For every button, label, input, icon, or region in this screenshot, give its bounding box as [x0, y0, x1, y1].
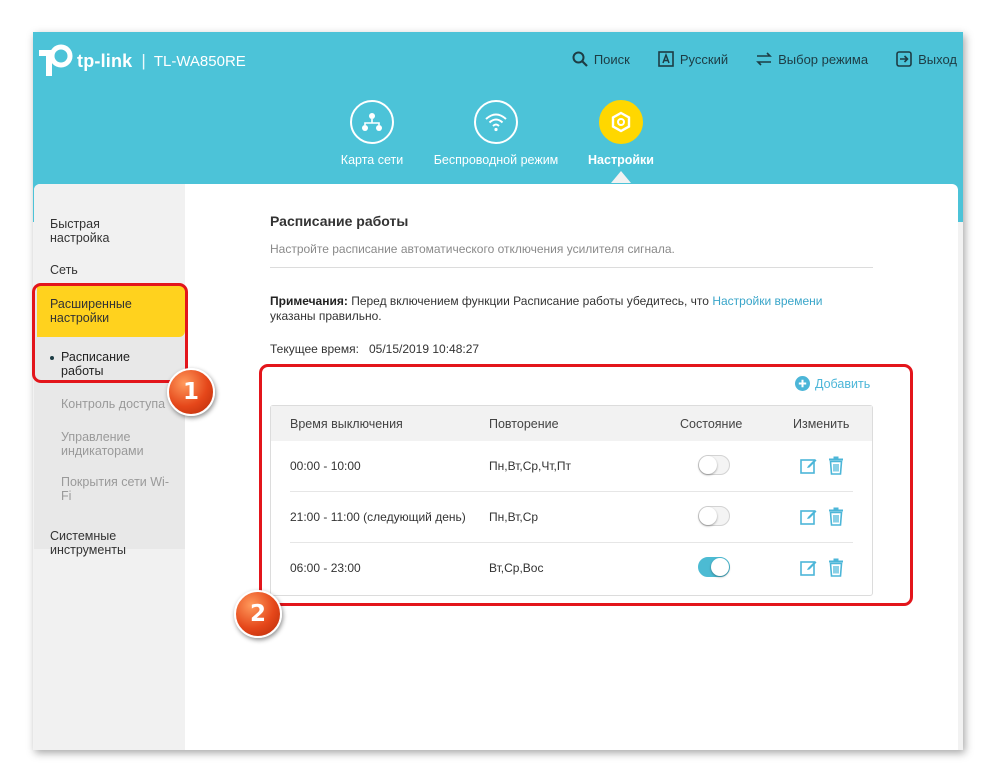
sidebar-subitem-wifi-coverage[interactable]: Покрытия сети Wi- Fi [61, 475, 169, 503]
sidebar: Быстрая настройка Сеть Расширенные настр… [34, 184, 185, 750]
nav-network-map[interactable]: Карта сети [333, 100, 411, 167]
search-link-label: Поиск [593, 51, 630, 67]
logout-label: Выход [918, 51, 957, 67]
sidebar-item-label: Быстрая [50, 217, 100, 231]
network-map-icon [350, 100, 394, 144]
brand-separator: | [141, 51, 146, 70]
note-body: Перед включением функции Расписание рабо… [351, 294, 709, 308]
top-links: Поиск Русский Выбор режима Выход [544, 51, 957, 67]
sidebar-item-quick-setup[interactable]: Быстрая настройка [50, 217, 109, 245]
highlight-box-2 [259, 364, 913, 606]
sidebar-item-label: настройка [50, 231, 110, 245]
language-link[interactable]: Русский [658, 51, 728, 67]
nav-wireless-label: Беспроводной режим [433, 153, 559, 167]
model-name: TL-WA850RE [153, 52, 246, 70]
sidebar-item-label: Управление [61, 430, 131, 444]
sidebar-subitem-access-control[interactable]: Контроль доступа [61, 397, 165, 411]
step-badge-1: 1 [167, 368, 215, 416]
mode-switch-label: Выбор режима [778, 51, 869, 67]
sidebar-item-label: индикаторами [61, 444, 144, 458]
time-settings-link[interactable]: Настройки времени [712, 294, 822, 308]
language-icon [658, 51, 674, 67]
search-icon [572, 51, 588, 67]
sidebar-item-label: Покрытия сети Wi- [61, 475, 169, 489]
sidebar-item-system-tools[interactable]: Системные инструменты [50, 529, 126, 557]
nav-wireless[interactable]: Беспроводной режим [428, 100, 564, 167]
wireless-icon [474, 100, 518, 144]
mode-switch-link[interactable]: Выбор режима [756, 51, 868, 67]
search-link[interactable]: Поиск [572, 51, 630, 67]
logout-link[interactable]: Выход [896, 51, 957, 67]
current-time: Текущее время: 05/15/2019 10:48:27 [270, 342, 479, 356]
sidebar-item-label: инструменты [50, 543, 126, 557]
current-time-value: 05/15/2019 10:48:27 [368, 342, 480, 356]
settings-icon [599, 100, 643, 144]
mode-switch-icon [756, 52, 773, 66]
active-nav-caret [611, 171, 631, 183]
sidebar-item-label: Сеть [50, 263, 78, 277]
step-badge-2: 2 [234, 590, 282, 638]
logout-icon [896, 51, 912, 67]
sidebar-item-label: Контроль доступа [61, 397, 166, 411]
tplink-logo-icon [39, 44, 73, 76]
sidebar-item-label: Системные [50, 529, 117, 543]
sidebar-subitem-led-control[interactable]: Управление индикаторами [61, 430, 144, 458]
sidebar-item-label: Fi [61, 489, 72, 503]
current-time-label: Текущее время: [270, 342, 359, 356]
language-link-label: Русский [679, 51, 729, 67]
nav-settings-label: Настройки [588, 153, 654, 167]
title-divider [270, 267, 873, 268]
brand-name: tp-link [77, 50, 133, 71]
highlight-box-1 [32, 283, 188, 383]
brand-logo: tp-link | TL-WA850RE [37, 44, 246, 78]
nav-network-map-label: Карта сети [340, 153, 404, 167]
sidebar-item-network[interactable]: Сеть [50, 263, 78, 277]
note-body-end: указаны правильно. [270, 309, 382, 323]
note-label: Примечания: [270, 294, 348, 308]
page-title: Расписание работы [270, 213, 409, 229]
page-subtitle: Настройте расписание автоматического отк… [270, 242, 675, 256]
nav-settings[interactable]: Настройки [581, 100, 661, 167]
note-text: Примечания: Перед включением функции Рас… [270, 294, 870, 324]
